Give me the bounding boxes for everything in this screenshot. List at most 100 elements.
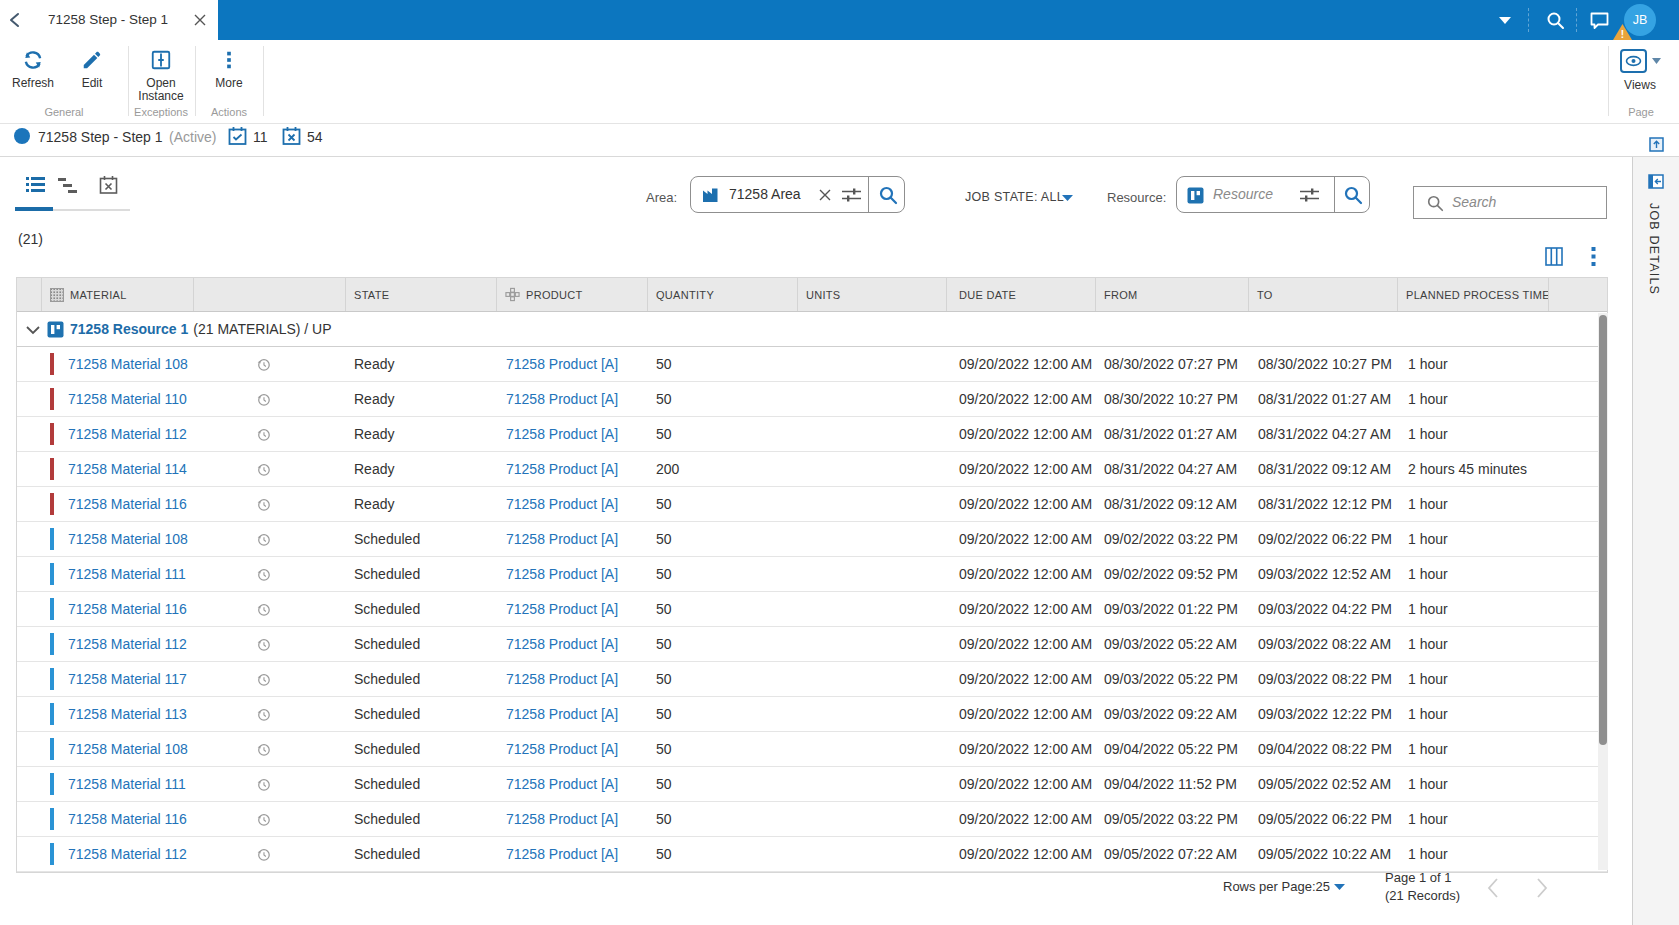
product-link[interactable]: 71258 Product [A] bbox=[497, 461, 648, 477]
product-link[interactable]: 71258 Product [A] bbox=[497, 811, 648, 827]
product-link[interactable]: 71258 Product [A] bbox=[497, 566, 648, 582]
material-link[interactable]: 71258 Material 108 bbox=[68, 356, 188, 372]
material-link[interactable]: 71258 Material 108 bbox=[68, 741, 188, 757]
job-state-filter[interactable]: JOB STATE: ALL bbox=[965, 190, 1064, 204]
resource-combobox[interactable]: Resource bbox=[1176, 176, 1370, 213]
product-link[interactable]: 71258 Product [A] bbox=[497, 846, 648, 862]
material-row[interactable]: 71258 Material 116 Scheduled 71258 Produ… bbox=[17, 592, 1607, 627]
rows-per-page-caret-icon[interactable] bbox=[1334, 884, 1345, 890]
material-link[interactable]: 71258 Material 112 bbox=[68, 426, 187, 442]
history-icon[interactable] bbox=[256, 707, 271, 722]
material-row[interactable]: 71258 Material 111 Scheduled 71258 Produ… bbox=[17, 767, 1607, 802]
material-row[interactable]: 71258 Material 108 Scheduled 71258 Produ… bbox=[17, 522, 1607, 557]
material-link[interactable]: 71258 Material 112 bbox=[68, 636, 187, 652]
resource-search-icon[interactable] bbox=[1343, 185, 1364, 206]
material-link[interactable]: 71258 Material 117 bbox=[68, 671, 187, 687]
material-link[interactable]: 71258 Material 114 bbox=[68, 461, 187, 477]
column-header-empty-last[interactable] bbox=[1549, 278, 1606, 311]
product-link[interactable]: 71258 Product [A] bbox=[497, 531, 648, 547]
history-icon[interactable] bbox=[256, 847, 271, 862]
product-link[interactable]: 71258 Product [A] bbox=[497, 356, 648, 372]
material-link[interactable]: 71258 Material 116 bbox=[68, 811, 187, 827]
resource-group-row[interactable]: 71258 Resource 1 (21 MATERIALS) / UP bbox=[17, 312, 1607, 347]
refresh-button[interactable]: Refresh bbox=[10, 49, 56, 90]
product-link[interactable]: 71258 Product [A] bbox=[497, 671, 648, 687]
material-row[interactable]: 71258 Material 116 Scheduled 71258 Produ… bbox=[17, 802, 1607, 837]
history-icon[interactable] bbox=[256, 777, 271, 792]
material-link[interactable]: 71258 Material 111 bbox=[68, 776, 186, 792]
area-combobox[interactable]: 71258 Area bbox=[690, 176, 905, 213]
material-link[interactable]: 71258 Material 108 bbox=[68, 531, 188, 547]
history-icon[interactable] bbox=[256, 497, 271, 512]
prev-page-icon[interactable] bbox=[1487, 877, 1499, 899]
history-icon[interactable] bbox=[256, 742, 271, 757]
dock-left-icon[interactable] bbox=[1648, 174, 1664, 189]
product-link[interactable]: 71258 Product [A] bbox=[497, 741, 648, 757]
history-icon[interactable] bbox=[256, 602, 271, 617]
search-input[interactable]: Search bbox=[1413, 186, 1607, 219]
more-button[interactable]: More bbox=[206, 49, 252, 90]
product-link[interactable]: 71258 Product [A] bbox=[497, 601, 648, 617]
column-header-to[interactable]: TO bbox=[1249, 278, 1398, 311]
history-icon[interactable] bbox=[256, 357, 271, 372]
open-instance-button[interactable]: Open Instance bbox=[131, 49, 191, 103]
product-link[interactable]: 71258 Product [A] bbox=[497, 496, 648, 512]
material-row[interactable]: 71258 Material 112 Scheduled 71258 Produ… bbox=[17, 837, 1607, 872]
column-header-state[interactable]: STATE bbox=[346, 278, 497, 311]
history-icon[interactable] bbox=[256, 672, 271, 687]
rows-per-page-select[interactable]: Rows per Page:25 bbox=[1223, 879, 1330, 894]
topbar-search-icon[interactable] bbox=[1545, 10, 1566, 31]
history-icon[interactable] bbox=[256, 637, 271, 652]
column-header-empty[interactable] bbox=[17, 278, 42, 311]
tab-close-icon[interactable] bbox=[194, 14, 206, 26]
column-header-blank[interactable] bbox=[194, 278, 346, 311]
material-link[interactable]: 71258 Material 113 bbox=[68, 706, 187, 722]
gantt-view-tab[interactable] bbox=[58, 177, 77, 194]
list-view-tab[interactable] bbox=[26, 175, 45, 194]
history-icon[interactable] bbox=[256, 392, 271, 407]
vertical-scrollbar-thumb[interactable] bbox=[1599, 315, 1607, 745]
area-search-icon[interactable] bbox=[878, 185, 899, 206]
history-icon[interactable] bbox=[256, 462, 271, 477]
edit-button[interactable]: Edit bbox=[69, 49, 115, 90]
column-chooser-icon[interactable] bbox=[1545, 247, 1563, 266]
material-link[interactable]: 71258 Material 116 bbox=[68, 496, 187, 512]
back-icon[interactable] bbox=[8, 12, 22, 28]
material-row[interactable]: 71258 Material 112 Ready 71258 Product [… bbox=[17, 417, 1607, 452]
column-header-due-date[interactable]: DUE DATE bbox=[947, 278, 1096, 311]
material-row[interactable]: 71258 Material 111 Scheduled 71258 Produ… bbox=[17, 557, 1607, 592]
column-header-units[interactable]: UNITS bbox=[798, 278, 947, 311]
material-row[interactable]: 71258 Material 113 Scheduled 71258 Produ… bbox=[17, 697, 1607, 732]
material-row[interactable]: 71258 Material 110 Ready 71258 Product [… bbox=[17, 382, 1607, 417]
material-row[interactable]: 71258 Material 116 Ready 71258 Product [… bbox=[17, 487, 1607, 522]
job-details-tab[interactable]: JOB DETAILS bbox=[1647, 203, 1661, 295]
resource-filter-icon[interactable] bbox=[1299, 186, 1320, 204]
history-icon[interactable] bbox=[256, 427, 271, 442]
job-state-caret-icon[interactable] bbox=[1062, 195, 1073, 201]
area-clear-icon[interactable] bbox=[819, 189, 831, 201]
history-icon[interactable] bbox=[256, 532, 271, 547]
product-link[interactable]: 71258 Product [A] bbox=[497, 706, 648, 722]
material-link[interactable]: 71258 Material 111 bbox=[68, 566, 186, 582]
calendar-view-tab[interactable] bbox=[99, 175, 118, 195]
collapse-chevron-icon[interactable] bbox=[26, 326, 40, 335]
history-icon[interactable] bbox=[256, 812, 271, 827]
product-link[interactable]: 71258 Product [A] bbox=[497, 391, 648, 407]
column-header-product[interactable]: PRODUCT bbox=[497, 278, 648, 311]
material-row[interactable]: 71258 Material 112 Scheduled 71258 Produ… bbox=[17, 627, 1607, 662]
column-header-from[interactable]: FROM bbox=[1096, 278, 1249, 311]
resource-group-link[interactable]: 71258 Resource 1 bbox=[70, 321, 188, 337]
next-page-icon[interactable] bbox=[1536, 877, 1548, 899]
column-header-quantity[interactable]: QUANTITY bbox=[648, 278, 798, 311]
topbar-dropdown-icon[interactable] bbox=[1499, 17, 1511, 24]
material-link[interactable]: 71258 Material 116 bbox=[68, 601, 187, 617]
area-filter-icon[interactable] bbox=[841, 186, 862, 204]
material-link[interactable]: 71258 Material 112 bbox=[68, 846, 187, 862]
material-row[interactable]: 71258 Material 117 Scheduled 71258 Produ… bbox=[17, 662, 1607, 697]
topbar-chat-icon[interactable] bbox=[1589, 10, 1610, 31]
product-link[interactable]: 71258 Product [A] bbox=[497, 636, 648, 652]
history-icon[interactable] bbox=[256, 567, 271, 582]
column-header-material[interactable]: MATERIAL bbox=[42, 278, 194, 311]
material-link[interactable]: 71258 Material 110 bbox=[68, 391, 187, 407]
material-row[interactable]: 71258 Material 114 Ready 71258 Product [… bbox=[17, 452, 1607, 487]
